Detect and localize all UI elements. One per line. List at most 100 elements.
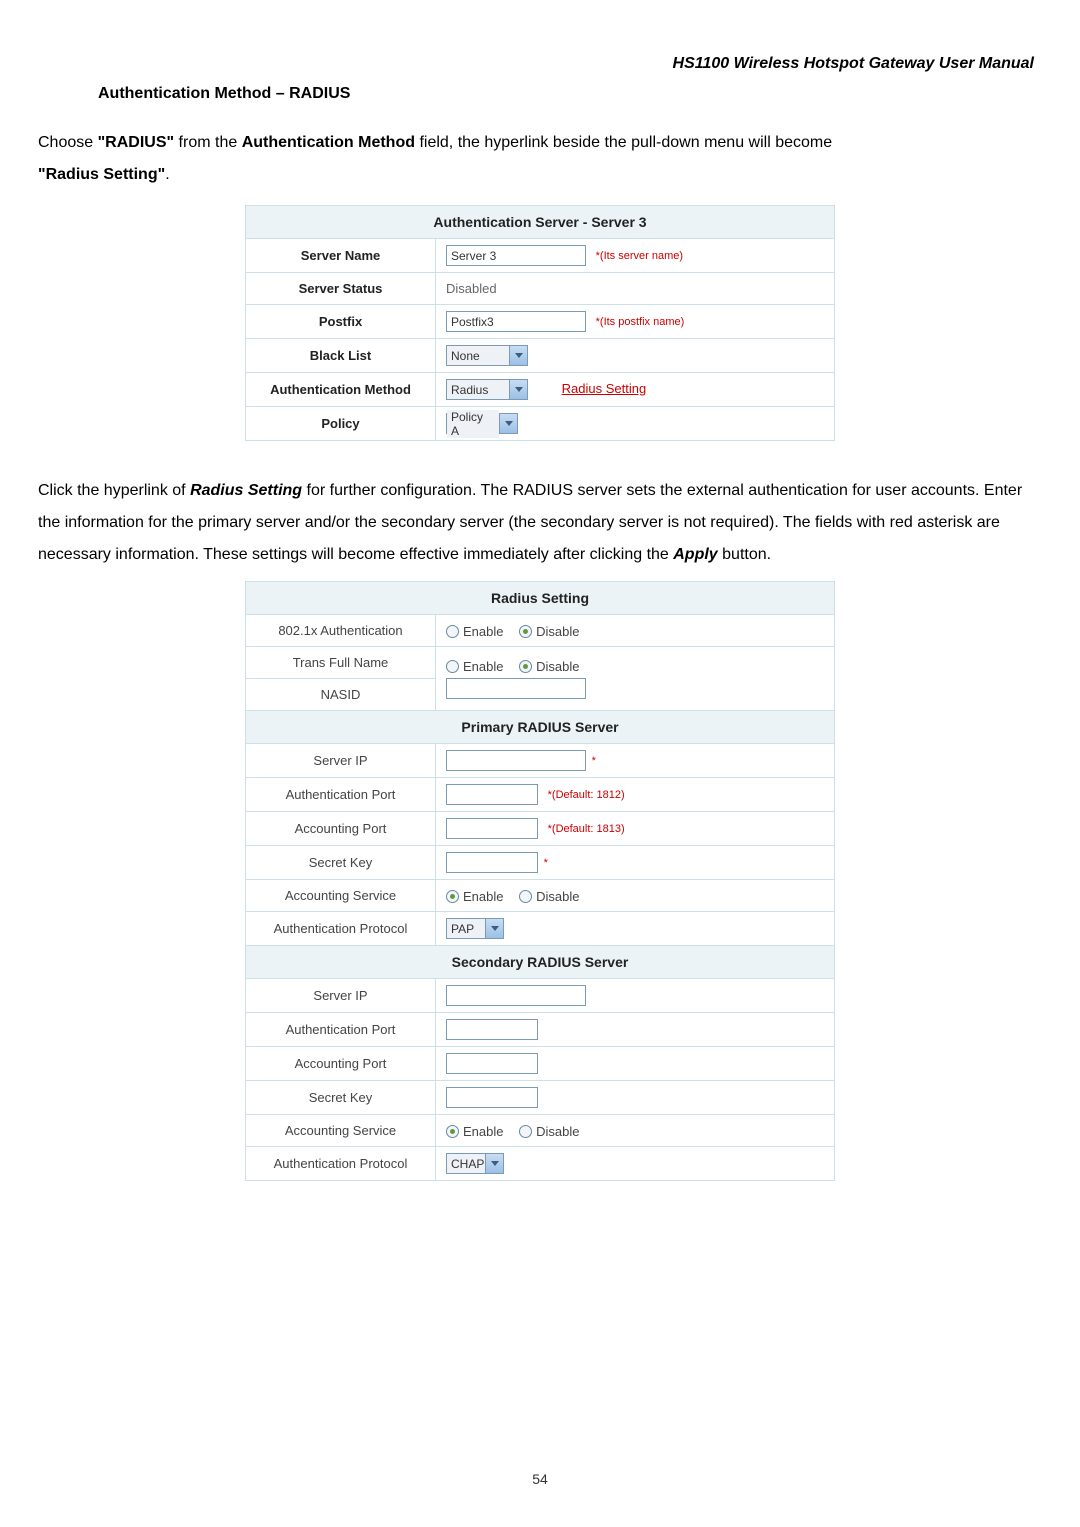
server-name-input[interactable]: Server 3 (446, 245, 586, 266)
policy-value: Policy A (447, 410, 499, 438)
disable-label: Disable (536, 624, 579, 639)
paragraph-detail: Click the hyperlink of Radius Setting fo… (38, 475, 1042, 571)
p-secret-key-hint: * (544, 857, 548, 869)
s-auth-protocol-select[interactable]: CHAP (446, 1153, 504, 1174)
chevron-down-icon (485, 919, 503, 938)
s-auth-port-input[interactable] (446, 1019, 538, 1040)
p-acct-enable-radio[interactable] (446, 890, 459, 903)
server-name-hint: *(Its server name) (596, 250, 683, 262)
disable-label: Disable (536, 659, 579, 674)
server-status-label: Server Status (246, 273, 436, 305)
paragraph-intro: Choose "RADIUS" from the Authentication … (38, 127, 1042, 191)
p-acct-service-label: Accounting Service (246, 880, 436, 912)
trans-disable-radio[interactable] (519, 660, 532, 673)
auth-8021x-enable-radio[interactable] (446, 625, 459, 638)
p-acct-port-hint: *(Default: 1813) (548, 823, 625, 835)
secondary-radius-header: Secondary RADIUS Server (246, 946, 835, 979)
auth-method-label: Authentication Method (246, 373, 436, 407)
p-server-ip-input[interactable] (446, 750, 586, 771)
table-row: Authentication Port *(Default: 1812) (246, 778, 835, 812)
s-secret-key-input[interactable] (446, 1087, 538, 1108)
p-secret-key-label: Secret Key (246, 846, 436, 880)
s-secret-key-label: Secret Key (246, 1081, 436, 1115)
table-row: 802.1x Authentication Enable Disable (246, 615, 835, 647)
radius-setting-link[interactable]: Radius Setting (562, 381, 647, 396)
radius-setting-table: Radius Setting 802.1x Authentication Ena… (245, 581, 835, 1181)
text-bold: "Radius Setting" (38, 166, 165, 183)
disable-label: Disable (536, 1124, 579, 1139)
s-acct-disable-radio[interactable] (519, 1125, 532, 1138)
p-auth-protocol-label: Authentication Protocol (246, 912, 436, 946)
text-fragment: Click the hyperlink of (38, 482, 190, 499)
chevron-down-icon (509, 346, 527, 365)
p-acct-disable-radio[interactable] (519, 890, 532, 903)
postfix-label: Postfix (246, 305, 436, 339)
radius-header: Radius Setting (246, 582, 835, 615)
table-row: Server IP * (246, 744, 835, 778)
table-row: Authentication Method Radius Radius Sett… (246, 373, 835, 407)
black-list-label: Black List (246, 339, 436, 373)
p-acct-port-label: Accounting Port (246, 812, 436, 846)
enable-label: Enable (463, 624, 503, 639)
s-auth-protocol-value: CHAP (447, 1157, 485, 1171)
nasid-input[interactable] (446, 678, 586, 699)
text-bold: Authentication Method (242, 134, 415, 151)
table-row: Server Status Disabled (246, 273, 835, 305)
p-auth-protocol-value: PAP (447, 922, 485, 936)
server-status-value: Disabled (436, 273, 835, 305)
table-row: Trans Full Name Enable Disable (246, 647, 835, 679)
page-number: 54 (0, 1471, 1080, 1487)
p-auth-port-input[interactable] (446, 784, 538, 805)
table-row: Server Name Server 3 *(Its server name) (246, 239, 835, 273)
s-server-ip-input[interactable] (446, 985, 586, 1006)
table-row: Authentication Protocol PAP (246, 912, 835, 946)
table-row: Postfix Postfix3 *(Its postfix name) (246, 305, 835, 339)
s-auth-protocol-label: Authentication Protocol (246, 1147, 436, 1181)
table-row: Accounting Service Enable Disable (246, 1115, 835, 1147)
table-row: Black List None (246, 339, 835, 373)
chevron-down-icon (485, 1154, 503, 1173)
document-title: HS1100 Wireless Hotspot Gateway User Man… (38, 55, 1042, 73)
enable-label: Enable (463, 1124, 503, 1139)
text-fragment: Choose (38, 134, 98, 151)
p-server-ip-label: Server IP (246, 744, 436, 778)
s-acct-port-input[interactable] (446, 1053, 538, 1074)
p-auth-port-hint: *(Default: 1812) (548, 789, 625, 801)
text-fragment: button. (718, 546, 771, 563)
trans-enable-radio[interactable] (446, 660, 459, 673)
s-server-ip-label: Server IP (246, 979, 436, 1013)
text-fragment: . (165, 166, 169, 183)
text-fragment: from the (174, 134, 242, 151)
enable-label: Enable (463, 659, 503, 674)
policy-label: Policy (246, 407, 436, 441)
p-acct-port-input[interactable] (446, 818, 538, 839)
auth-8021x-label: 802.1x Authentication (246, 615, 436, 647)
s-acct-service-label: Accounting Service (246, 1115, 436, 1147)
policy-select[interactable]: Policy A (446, 413, 518, 434)
p-secret-key-input[interactable] (446, 852, 538, 873)
chevron-down-icon (499, 414, 517, 433)
text-bold-italic: Apply (673, 546, 717, 563)
p-auth-protocol-select[interactable]: PAP (446, 918, 504, 939)
s-auth-port-label: Authentication Port (246, 1013, 436, 1047)
table-row: Accounting Service Enable Disable (246, 880, 835, 912)
trans-full-name-label: Trans Full Name (246, 647, 436, 679)
s-acct-enable-radio[interactable] (446, 1125, 459, 1138)
postfix-input[interactable]: Postfix3 (446, 311, 586, 332)
black-list-select[interactable]: None (446, 345, 528, 366)
auth-method-value: Radius (447, 383, 509, 397)
auth-method-select[interactable]: Radius (446, 379, 528, 400)
auth-server-table: Authentication Server - Server 3 Server … (245, 205, 835, 441)
primary-radius-header: Primary RADIUS Server (246, 711, 835, 744)
text-bold-italic: Radius Setting (190, 482, 302, 499)
table-row: Accounting Port (246, 1047, 835, 1081)
s-acct-port-label: Accounting Port (246, 1047, 436, 1081)
auth-8021x-disable-radio[interactable] (519, 625, 532, 638)
table-row: Accounting Port *(Default: 1813) (246, 812, 835, 846)
section-heading: Authentication Method – RADIUS (98, 85, 1042, 103)
text-bold: "RADIUS" (98, 134, 175, 151)
table-row: Secret Key (246, 1081, 835, 1115)
table-row: Authentication Protocol CHAP (246, 1147, 835, 1181)
postfix-hint: *(Its postfix name) (596, 316, 685, 328)
text-fragment: field, the hyperlink beside the pull-dow… (415, 134, 832, 151)
